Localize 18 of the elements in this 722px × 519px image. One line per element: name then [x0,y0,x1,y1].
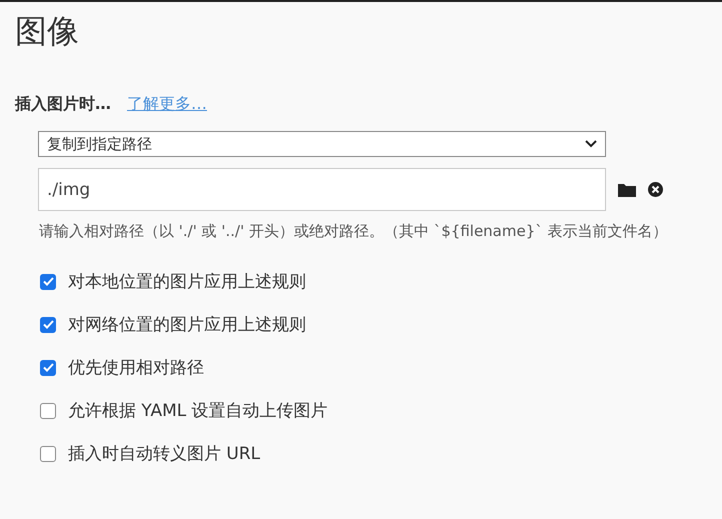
checkbox-label: 对本地位置的图片应用上述规则 [68,271,306,294]
hint-text: 请输入相对路径（以 './' 或 '../' 开头）或绝对路径。（其中 `${filename}` 表示当前文件名） [38,221,669,242]
dropdown[interactable]: 复制到指定路径 [38,131,606,158]
clear-icon[interactable] [648,182,663,198]
checkbox[interactable] [40,402,56,419]
chevron-down-icon [585,140,597,148]
checkbox-label: 优先使用相对路径 [68,357,204,380]
checkbox[interactable] [40,316,56,333]
checkbox[interactable] [40,446,56,462]
folder-icon[interactable] [618,182,636,197]
page-title: 图像 [15,12,80,50]
checkbox-label: 对网络位置的图片应用上述规则 [68,314,306,336]
checkbox-label: 允许根据 YAML 设置自动上传图片 [68,400,328,422]
checkbox-label: 插入时自动转义图片 URL [68,443,260,466]
section-label: 插入图片时… [15,94,111,116]
checkbox[interactable] [40,360,56,376]
path-field[interactable]: ./img [38,168,606,212]
checkbox[interactable] [40,274,56,290]
